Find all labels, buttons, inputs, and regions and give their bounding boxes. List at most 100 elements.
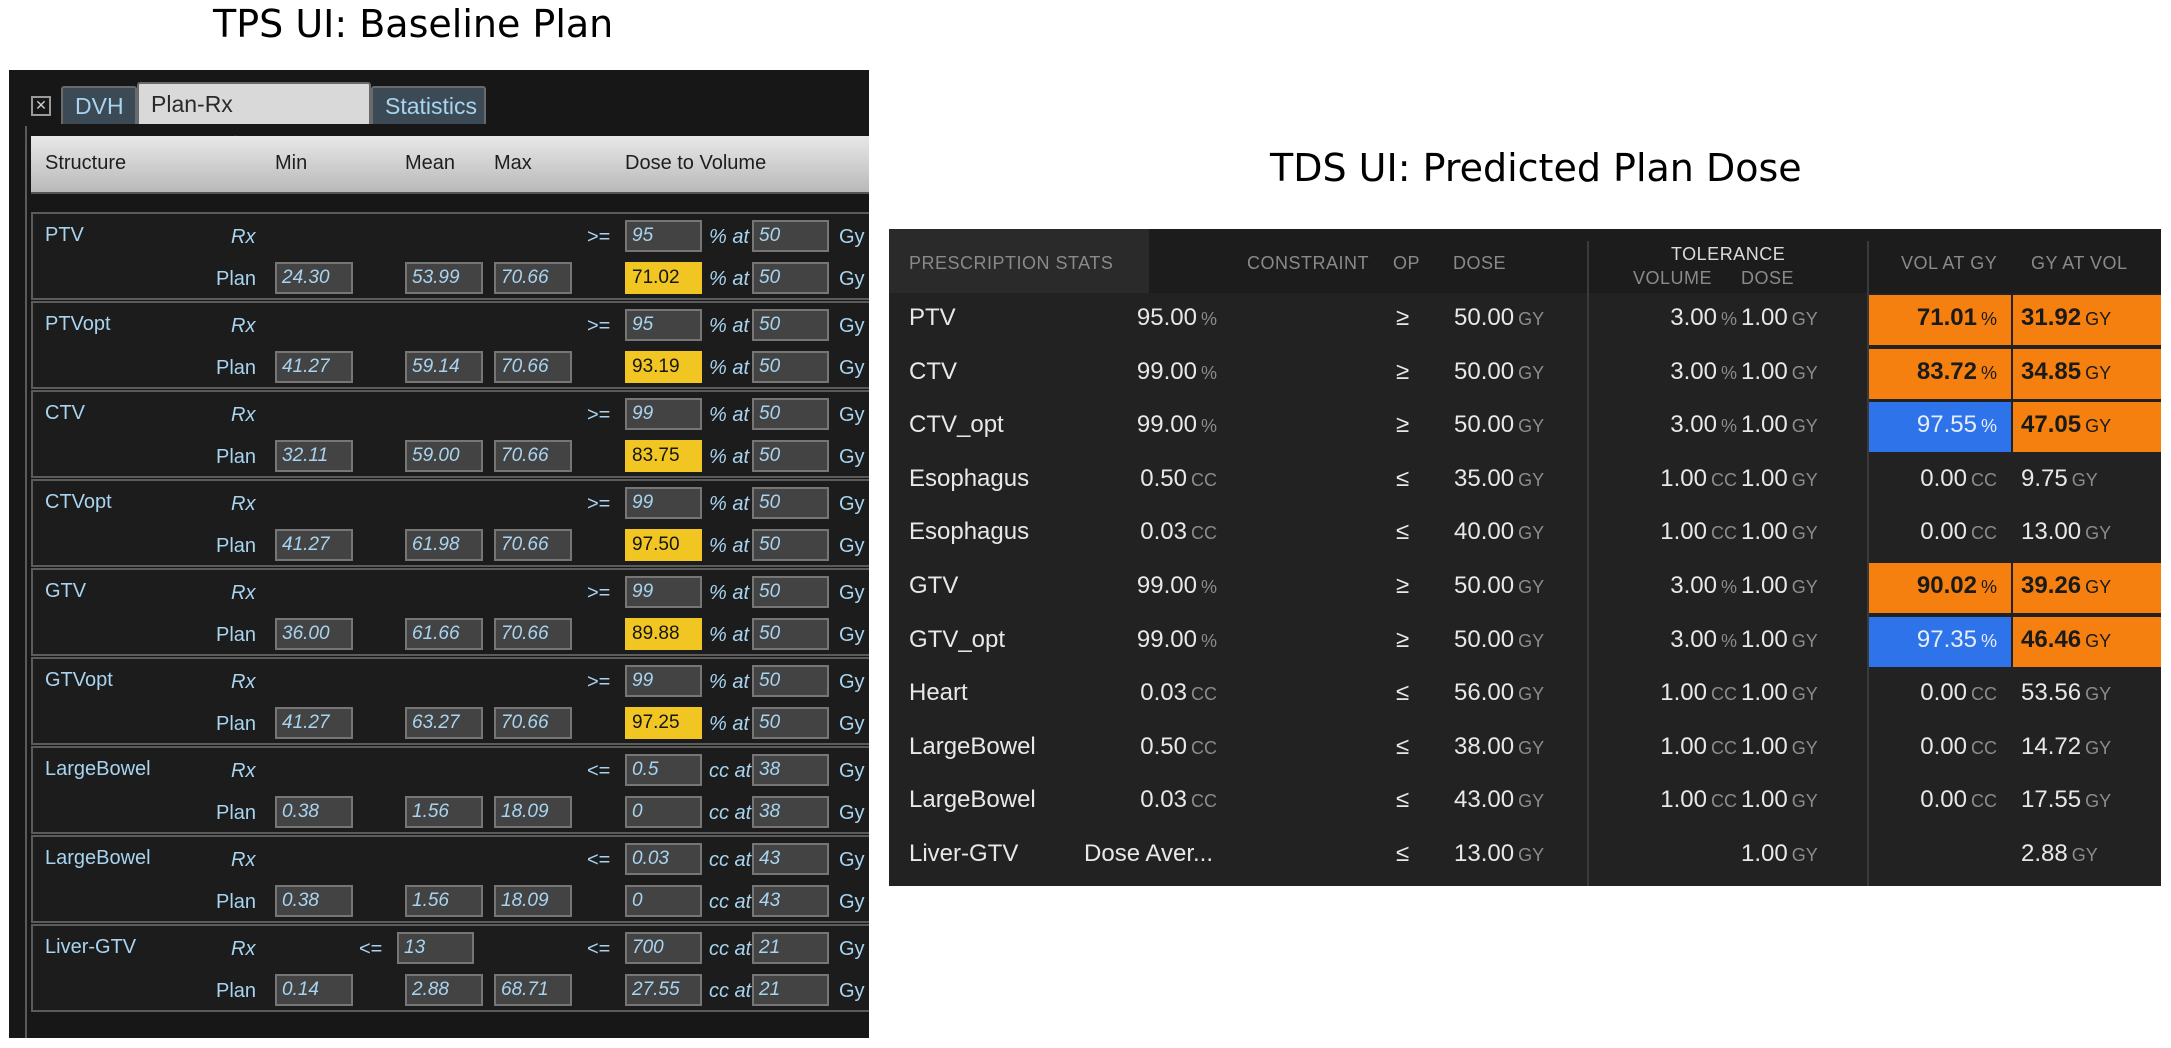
tab-plan-rx-comparison[interactable]: Plan-Rx Comparison: [137, 82, 371, 157]
plan-value-field[interactable]: 97.25: [625, 707, 702, 739]
gy-at-vol-cell-value: 14.72: [2021, 732, 2082, 760]
plan-dose-field[interactable]: 21: [752, 974, 829, 1006]
plan-mean-field[interactable]: 59.14: [405, 351, 483, 383]
plan-max-field[interactable]: 68.71: [494, 974, 572, 1006]
rx-value-field[interactable]: 0.03: [625, 843, 702, 875]
plan-min-field[interactable]: 32.11: [275, 440, 353, 472]
dose-cell-value: 38.00: [1454, 732, 1515, 760]
plan-max-field[interactable]: 18.09: [494, 796, 572, 828]
rx-dose-field[interactable]: 38: [752, 754, 829, 786]
gy-unit-label: Gy: [839, 535, 865, 557]
rx-dose-field[interactable]: 50: [752, 665, 829, 697]
plan-min-field[interactable]: 24.30: [275, 262, 353, 294]
plan-value-field[interactable]: 97.50: [625, 529, 702, 561]
header-max: Max: [494, 152, 532, 174]
rx-dose-field[interactable]: 50: [752, 309, 829, 341]
plan-dose-field[interactable]: 50: [752, 440, 829, 472]
plan-mean-field[interactable]: 1.56: [405, 885, 483, 917]
vol-at-gy-cell-unit: %: [1980, 309, 1997, 329]
mean-limit-field[interactable]: 13: [397, 932, 474, 964]
plan-dose-field[interactable]: 38: [752, 796, 829, 828]
plan-value-field[interactable]: 27.55: [625, 974, 702, 1006]
tab-statistics[interactable]: Statistics: [371, 86, 486, 124]
gy-at-vol-cell-value: 46.46: [2021, 625, 2082, 653]
rx-value-field[interactable]: 95: [625, 220, 702, 252]
plan-min-field[interactable]: 36.00: [275, 618, 353, 650]
operator-cell: ≥: [1396, 304, 1409, 332]
gy-at-vol-cell-unit: GY: [2085, 362, 2112, 383]
rx-operator: >=: [587, 671, 611, 693]
rx-operator: >=: [587, 226, 611, 248]
operator-cell-value: ≥: [1396, 411, 1410, 439]
rx-dose-field[interactable]: 50: [752, 398, 829, 430]
rx-dose-field[interactable]: 43: [752, 843, 829, 875]
vol-at-gy-cell: [1993, 840, 1997, 868]
plan-mean-field[interactable]: 1.56: [405, 796, 483, 828]
plan-value-field[interactable]: 83.75: [625, 440, 702, 472]
plan-max-field[interactable]: 70.66: [494, 351, 572, 383]
plan-min-field[interactable]: 0.38: [275, 885, 353, 917]
plan-value-field[interactable]: 71.02: [625, 262, 702, 294]
operator-cell: ≤: [1396, 679, 1409, 707]
plan-mean-field[interactable]: 2.88: [405, 974, 483, 1006]
operator-cell-value: ≤: [1396, 786, 1410, 814]
plan-dose-field[interactable]: 50: [752, 262, 829, 294]
tolerance-volume-cell-value: 3.00: [1670, 572, 1717, 599]
dose-cell-value: 13.00: [1454, 840, 1515, 867]
plan-mean-field[interactable]: 63.27: [405, 707, 483, 739]
tolerance-dose-cell: 1.00 GY: [1741, 572, 1818, 600]
rx-value-field[interactable]: 99: [625, 398, 702, 430]
rx-value-field[interactable]: 0.5: [625, 754, 702, 786]
dose-cell: 56.00 GY: [1454, 679, 1544, 707]
plan-min-field[interactable]: 41.27: [275, 529, 353, 561]
plan-max-field[interactable]: 70.66: [494, 529, 572, 561]
rx-dose-field[interactable]: 50: [752, 576, 829, 608]
plan-mean-field[interactable]: 53.99: [405, 262, 483, 294]
dose-cell-value: 50.00: [1454, 304, 1515, 331]
constraint-cell-unit: %: [1200, 577, 1217, 597]
dose-cell-unit: GY: [1518, 684, 1545, 705]
plan-unit-label: % at: [709, 446, 750, 468]
plan-min-field[interactable]: 41.27: [275, 351, 353, 383]
rx-dose-field[interactable]: 50: [752, 220, 829, 252]
plan-mean-field[interactable]: 61.66: [405, 618, 483, 650]
plan-max-field[interactable]: 70.66: [494, 440, 572, 472]
plan-value-field[interactable]: 0: [625, 885, 702, 917]
plan-max-field[interactable]: 18.09: [494, 885, 572, 917]
rx-value-field[interactable]: 95: [625, 309, 702, 341]
plan-dose-field[interactable]: 50: [752, 707, 829, 739]
plan-value-field[interactable]: 93.19: [625, 351, 702, 383]
expand-icon[interactable]: ✕: [31, 96, 51, 116]
plan-dose-field[interactable]: 43: [752, 885, 829, 917]
rx-dose-field[interactable]: 50: [752, 487, 829, 519]
tds-row: Heart 0.03 CC ≤56.00 GY 1.00 CC 1.00 GY 0.00 CC 53.…: [889, 668, 2161, 721]
rx-value-field[interactable]: 700: [625, 932, 702, 964]
dose-cell-value: 35.00: [1454, 464, 1515, 492]
plan-min-field[interactable]: 41.27: [275, 707, 353, 739]
plan-max-field[interactable]: 70.66: [494, 618, 572, 650]
rx-dose-field[interactable]: 21: [752, 932, 829, 964]
plan-mean-field[interactable]: 61.98: [405, 529, 483, 561]
tds-row: LargeBowel 0.50 CC ≤38.00 GY 1.00 CC 1.00 GY 0.00…: [889, 722, 2161, 775]
rx-value-field[interactable]: 99: [625, 487, 702, 519]
plan-max-field[interactable]: 70.66: [494, 262, 572, 294]
plan-min-field[interactable]: 0.14: [275, 974, 353, 1006]
plan-dose-field[interactable]: 50: [752, 351, 829, 383]
structure-name: Heart: [909, 679, 968, 707]
plan-max-field[interactable]: 70.66: [494, 707, 572, 739]
tds-table-header: PRESCRIPTION STATS CONSTRAINT OP DOSE TO…: [889, 229, 2161, 293]
plan-min-field[interactable]: 0.38: [275, 796, 353, 828]
plan-value-field[interactable]: 0: [625, 796, 702, 828]
plan-mean-field[interactable]: 59.00: [405, 440, 483, 472]
rx-value-field[interactable]: 99: [625, 665, 702, 697]
rx-value-field[interactable]: 99: [625, 576, 702, 608]
dose-cell-value: 50.00: [1454, 357, 1515, 385]
gy-unit-label: Gy: [839, 760, 865, 782]
plan-dose-field[interactable]: 50: [752, 529, 829, 561]
plan-dose-field[interactable]: 50: [752, 618, 829, 650]
tab-dvh[interactable]: DVH: [61, 86, 137, 124]
plan-value-field[interactable]: 89.88: [625, 618, 702, 650]
rx-unit-label: % at: [709, 404, 750, 426]
rx-label: Rx: [231, 938, 256, 960]
vol-at-gy-cell-value: 0.00: [1920, 679, 1967, 707]
